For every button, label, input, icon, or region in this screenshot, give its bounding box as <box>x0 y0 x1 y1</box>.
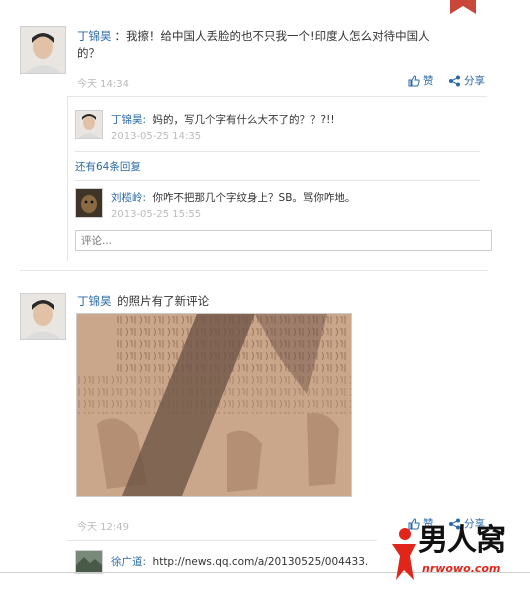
reply2-text: 你咋不把那几个字纹身上？SB。骂你咋地。 <box>152 192 356 204</box>
post1-text: 丁锦昊：我擦！给中国人丢脸的也不只我一个!印度人怎么对待中国人 的？ <box>77 28 497 62</box>
post1-avatar[interactable] <box>20 26 66 74</box>
post2-reply-author-link[interactable]: 徐广道: <box>111 556 146 568</box>
reply-separator <box>75 151 480 152</box>
watermark: 男人窝 nrwowo.com <box>388 522 530 586</box>
post2-reply-line: 徐广道: http://news.qq.com/a/20130525/00443… <box>111 554 369 569</box>
more-replies-link[interactable]: 还有64条回复 <box>75 159 141 174</box>
reply2-line: 刘榄岭: 你咋不把那几个字纹身上？SB。骂你咋地。 <box>111 190 481 205</box>
comment-input[interactable] <box>75 230 492 251</box>
post2-author-link[interactable]: 丁锦昊 <box>77 294 112 308</box>
thumbs-up-icon <box>408 74 420 86</box>
post1-text-line1: ：我擦！给中国人丢脸的也不只我一个!印度人怎么对待中国人 <box>114 29 430 43</box>
reply1-avatar[interactable] <box>75 110 103 139</box>
post2-header: 丁锦昊 的照片有了新评论 <box>77 293 209 309</box>
watermark-brand: 男人窝 <box>418 523 506 558</box>
watermark-figure-icon <box>392 528 416 580</box>
reply1-text: 妈的，写几个字有什么大不了的？？?!! <box>152 114 335 126</box>
post2-photo[interactable] <box>76 313 352 497</box>
post2-timestamp: 今天 12:49 <box>77 522 129 533</box>
reply-separator-2 <box>75 180 480 181</box>
corner-bookmark-icon <box>450 0 476 14</box>
feed-divider <box>20 270 488 271</box>
post2-reply-avatar[interactable] <box>75 550 103 574</box>
reply2-timestamp: 2013-05-25 15:55 <box>111 209 202 220</box>
post1-text-line2: 的？ <box>77 46 100 60</box>
post2-reply-top-rule <box>67 540 377 541</box>
reply1-author-link[interactable]: 丁锦昊: <box>111 114 146 126</box>
post2-avatar[interactable] <box>20 293 66 340</box>
post1-like-button[interactable]: 赞 <box>408 73 434 88</box>
watermark-url: nrwowo.com <box>422 562 501 575</box>
post2-text: 的照片有了新评论 <box>117 294 210 308</box>
post2-reply-url-link[interactable]: http://news.qq.com/a/20130525/004433.h <box>153 556 369 568</box>
reply1-line: 丁锦昊: 妈的，写几个字有什么大不了的？？?!! <box>111 112 481 127</box>
reply1-timestamp: 2013-05-25 14:35 <box>111 131 202 142</box>
share-icon <box>449 75 460 86</box>
post1-timestamp: 今天 14:34 <box>77 79 129 90</box>
reply2-author-link[interactable]: 刘榄岭: <box>111 192 146 204</box>
reply-thread-top-rule <box>67 96 487 97</box>
reply2-avatar[interactable] <box>75 188 103 218</box>
reply-thread-rule <box>67 96 68 261</box>
post1-share-button[interactable]: 分享 <box>448 73 485 88</box>
